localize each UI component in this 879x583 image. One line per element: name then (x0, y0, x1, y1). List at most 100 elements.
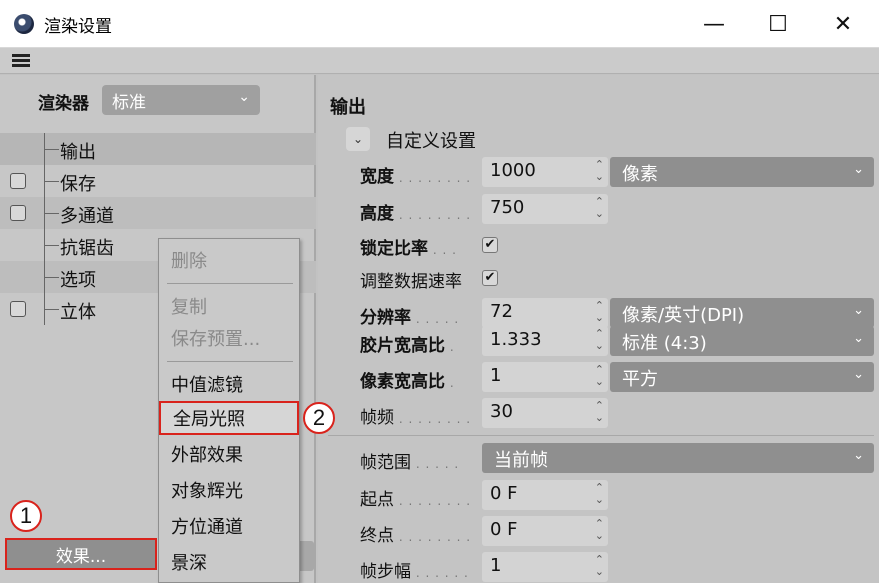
menu-item-copy[interactable]: 复制 (159, 289, 299, 323)
adapt-data-rate-label: 调整数据速率 (360, 272, 462, 292)
menu-item-position-pass[interactable]: 方位通道 (159, 509, 299, 543)
menu-item-median-filter[interactable]: 中值滤镜 (159, 367, 299, 401)
height-input[interactable]: 750 ⌃ ⌄ (482, 194, 608, 224)
film-aspect-label-text: 胶片宽高比 (360, 336, 445, 356)
chevron-down-icon: ⌄ (853, 162, 864, 177)
tree-branch-line (44, 133, 59, 165)
pixel-aspect-value: 1 (490, 365, 502, 386)
spinner-icon[interactable]: ⌃ ⌄ (595, 196, 604, 220)
film-aspect-select[interactable]: 标准 (4:3) ⌄ (610, 326, 874, 356)
pixel-aspect-input[interactable]: 1 ⌃ ⌄ (482, 362, 608, 392)
fps-input[interactable]: 30 ⌃ ⌄ (482, 398, 608, 428)
fps-label-text: 帧频 (360, 408, 394, 428)
maximize-button[interactable]: ☐ (745, 0, 811, 48)
fps-value: 30 (490, 401, 513, 422)
renderer-select[interactable]: 标准 ⌄ (102, 85, 260, 115)
spinner-icon[interactable]: ⌃ ⌄ (595, 159, 604, 183)
spinner-icon[interactable]: ⌃ ⌄ (595, 400, 604, 424)
tree-item-multipass[interactable]: 多通道 (0, 197, 316, 229)
menu-separator (167, 361, 293, 362)
chevron-down-icon: ⌄ (238, 89, 250, 105)
menu-item-external-effects[interactable]: 外部效果 (159, 437, 299, 471)
tree-item-label: 立体 (60, 302, 96, 323)
lock-ratio-label: 锁定比率 . . . (360, 239, 457, 259)
height-label-text: 高度 (360, 204, 394, 224)
film-aspect-preset: 标准 (4:3) (622, 333, 707, 354)
window-title: 渲染设置 (44, 17, 112, 37)
chevron-down-icon: ⌄ (853, 367, 864, 382)
resolution-label-text: 分辨率 (360, 308, 411, 328)
pixel-aspect-label: 像素宽高比 . (360, 372, 455, 392)
tree-item-output[interactable]: 输出 (0, 133, 316, 165)
start-input[interactable]: 0 F ⌃ ⌄ (482, 480, 608, 510)
tree-item-save[interactable]: 保存 (0, 165, 316, 197)
lock-ratio-label-text: 锁定比率 (360, 239, 428, 259)
frame-step-input[interactable]: 1 ⌃ ⌄ (482, 552, 608, 582)
preset-label: 自定义设置 (386, 131, 476, 152)
unit-select[interactable]: 像素 ⌄ (610, 157, 874, 187)
tree-branch-line (44, 229, 59, 261)
effect-context-menu: 删除 复制 保存预置... 中值滤镜 全局光照 外部效果 对象辉光 方位通道 景… (158, 238, 300, 583)
tree-item-label: 保存 (60, 174, 96, 195)
tree-branch-line (44, 197, 59, 229)
cinema4d-app-icon (14, 14, 34, 34)
tree-branch-line (44, 293, 59, 325)
save-checkbox[interactable] (10, 173, 26, 189)
menu-item-object-glow[interactable]: 对象辉光 (159, 473, 299, 507)
film-aspect-input[interactable]: 1.333 ⌃ ⌄ (482, 326, 608, 356)
tree-branch-line (44, 165, 59, 197)
frame-range-select[interactable]: 当前帧 ⌄ (482, 443, 874, 473)
resolution-unit-select[interactable]: 像素/英寸(DPI) ⌄ (610, 298, 874, 328)
preset-chevron-icon[interactable]: ⌄ (346, 127, 370, 151)
menu-item-depth-of-field[interactable]: 景深 (159, 545, 299, 579)
tree-branch-line (44, 261, 59, 293)
pixel-aspect-label-text: 像素宽高比 (360, 372, 445, 392)
spinner-icon[interactable]: ⌃ ⌄ (595, 364, 604, 388)
width-label: 宽度 . . . . . . . . (360, 167, 472, 187)
lock-ratio-checkbox[interactable]: ✔ (482, 237, 498, 253)
fps-label: 帧频 . . . . . . . . (360, 408, 472, 428)
pixel-aspect-preset: 平方 (622, 369, 658, 390)
pixel-aspect-select[interactable]: 平方 ⌄ (610, 362, 874, 392)
chevron-down-icon: ⌄ (853, 331, 864, 346)
spinner-icon[interactable]: ⌃ ⌄ (595, 328, 604, 352)
render-settings-body: 渲染器 标准 ⌄ 输出 保存 多通道 抗锯齿 选项 立体 输出 ⌄ 自定义设置 … (0, 48, 879, 583)
minimize-button[interactable]: — (681, 0, 747, 48)
spinner-icon[interactable]: ⌃ ⌄ (595, 482, 604, 506)
adapt-data-rate-checkbox[interactable]: ✔ (482, 270, 498, 286)
frame-range-value: 当前帧 (494, 450, 548, 471)
spinner-icon[interactable]: ⌃ ⌄ (595, 518, 604, 542)
close-button[interactable]: ✕ (810, 0, 876, 48)
frame-step-label-text: 帧步幅 (360, 562, 411, 582)
tree-item-label: 多通道 (60, 206, 114, 227)
hamburger-menu-icon[interactable] (12, 54, 30, 68)
height-label: 高度 . . . . . . . . (360, 204, 472, 224)
chevron-down-icon: ⌄ (853, 448, 864, 463)
right-panel: 输出 ⌄ 自定义设置 宽度 . . . . . . . . 1000 ⌃ ⌄ 像素 ⌄… (318, 75, 879, 583)
menu-separator (167, 283, 293, 284)
menu-item-global-illumination[interactable]: 全局光照 (159, 401, 299, 435)
resolution-input[interactable]: 72 ⌃ ⌄ (482, 298, 608, 328)
callout-marker-2: 2 (303, 402, 335, 434)
resolution-label: 分辨率 . . . . . (360, 308, 460, 328)
width-label-text: 宽度 (360, 167, 394, 187)
divider (328, 435, 874, 436)
spinner-icon[interactable]: ⌃ ⌄ (595, 554, 604, 578)
tree-item-label: 选项 (60, 270, 96, 291)
multipass-checkbox[interactable] (10, 205, 26, 221)
spinner-icon[interactable]: ⌃ ⌄ (595, 300, 604, 324)
menu-item-save-preset[interactable]: 保存预置... (159, 321, 299, 355)
frame-range-label-text: 帧范围 (360, 453, 411, 473)
effect-button[interactable]: 效果... (5, 538, 157, 570)
height-value: 750 (490, 197, 525, 218)
width-input[interactable]: 1000 ⌃ ⌄ (482, 157, 608, 187)
width-value: 1000 (490, 160, 536, 181)
frame-range-label: 帧范围 . . . . . (360, 453, 460, 473)
menu-item-delete[interactable]: 删除 (159, 243, 299, 277)
section-title: 输出 (330, 97, 366, 118)
end-label: 终点 . . . . . . . . (360, 526, 472, 546)
resolution-value: 72 (490, 301, 513, 322)
stereo-checkbox[interactable] (10, 301, 26, 317)
end-input[interactable]: 0 F ⌃ ⌄ (482, 516, 608, 546)
tree-item-label: 输出 (60, 142, 96, 163)
